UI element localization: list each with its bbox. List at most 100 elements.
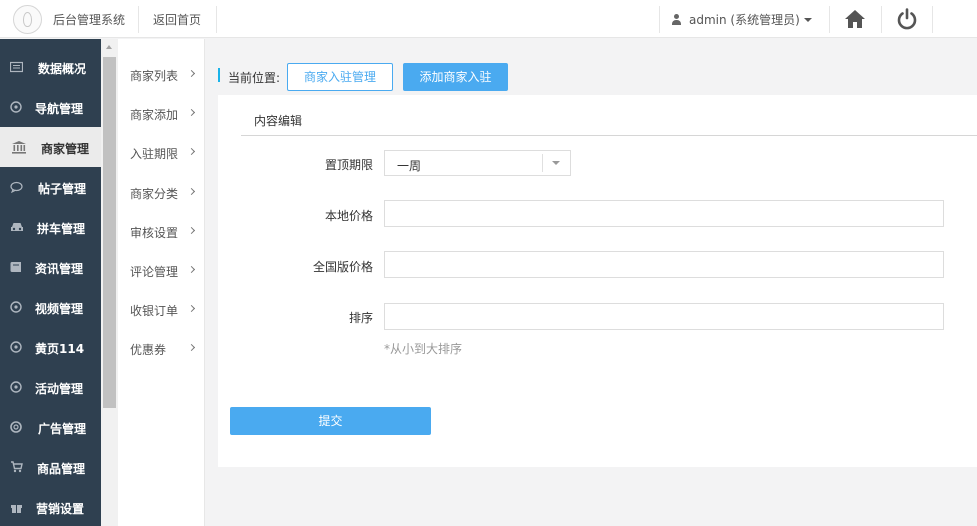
submenu-item-cashier-orders[interactable]: 收银订单 bbox=[130, 302, 200, 322]
national-price-label: 全国版价格 bbox=[312, 260, 373, 274]
sidebar-item-label: 帖子管理 bbox=[38, 182, 87, 196]
sidebar-item-label: 拼车管理 bbox=[37, 222, 86, 236]
car-icon bbox=[11, 223, 23, 231]
sidebar-item-dashboard[interactable]: 数据概况 bbox=[0, 47, 101, 87]
chevron-right-icon bbox=[187, 187, 196, 196]
submenu-item-merchant-category[interactable]: 商家分类 bbox=[130, 185, 200, 205]
scrollbar-thumb[interactable] bbox=[103, 57, 116, 408]
home-icon[interactable] bbox=[842, 6, 868, 32]
submenu-label: 收银订单 bbox=[130, 304, 179, 318]
compass-icon bbox=[10, 101, 22, 113]
sidebar-item-events[interactable]: 活动管理 bbox=[0, 367, 101, 407]
caret-down-icon bbox=[803, 18, 812, 22]
chevron-right-icon bbox=[187, 147, 196, 156]
sidebar-item-label: 视频管理 bbox=[35, 302, 84, 316]
sidebar-item-label: 营销设置 bbox=[36, 502, 85, 516]
period-select-value: 一周 bbox=[397, 159, 422, 173]
user-label: admin (系统管理员) bbox=[689, 13, 800, 27]
sort-label: 排序 bbox=[348, 311, 373, 325]
sidebar-item-products[interactable]: 商品管理 bbox=[0, 447, 101, 487]
bank-icon bbox=[12, 141, 26, 154]
chevron-down-icon bbox=[552, 161, 560, 165]
chevron-right-icon bbox=[187, 304, 196, 313]
divider bbox=[542, 154, 543, 172]
submenu-item-entry-period[interactable]: 入驻期限 bbox=[130, 145, 200, 165]
sidebar-item-label: 商家管理 bbox=[41, 142, 90, 156]
submenu-label: 入驻期限 bbox=[130, 147, 179, 161]
compass-icon bbox=[10, 341, 22, 353]
breadcrumb-add-merchant-entry[interactable]: 添加商家入驻 bbox=[403, 63, 508, 91]
sidebar-item-video[interactable]: 视频管理 bbox=[0, 287, 101, 327]
lifebuoy-icon bbox=[10, 421, 22, 433]
sidebar-item-label: 商品管理 bbox=[37, 462, 86, 476]
chevron-right-icon bbox=[187, 226, 196, 235]
user-menu[interactable]: admin (系统管理员) bbox=[672, 11, 812, 28]
submenu-label: 商家分类 bbox=[130, 187, 179, 201]
submenu-item-comments[interactable]: 评论管理 bbox=[130, 263, 200, 283]
breadcrumb-merchant-entry-management[interactable]: 商家入驻管理 bbox=[287, 63, 393, 91]
sidebar-item-ads[interactable]: 广告管理 bbox=[0, 407, 101, 447]
national-price-input[interactable] bbox=[384, 251, 944, 278]
sidebar: 数据概况 导航管理 商家管理 帖子管理 拼车管理 资讯管理 视频管理 黄页114… bbox=[0, 39, 101, 526]
sidebar-item-label: 黄页114 bbox=[35, 342, 85, 356]
chevron-right-icon bbox=[187, 343, 196, 352]
submenu-label: 商家添加 bbox=[130, 108, 179, 122]
user-icon bbox=[672, 14, 681, 25]
panel-title: 内容编辑 bbox=[254, 114, 303, 128]
breadcrumb-marker bbox=[218, 68, 220, 82]
submenu-item-review-settings[interactable]: 审核设置 bbox=[130, 224, 200, 244]
submenu-item-merchant-list[interactable]: 商家列表 bbox=[130, 67, 200, 87]
comment-icon bbox=[10, 181, 23, 193]
local-price-input[interactable] bbox=[384, 200, 944, 227]
compass-icon bbox=[10, 301, 22, 313]
sort-input[interactable] bbox=[384, 303, 944, 330]
cart-icon bbox=[11, 461, 23, 473]
sidebar-item-merchant[interactable]: 商家管理 bbox=[0, 127, 101, 167]
submenu: 商家列表 商家添加 入驻期限 商家分类 审核设置 评论管理 收银订单 优惠券 bbox=[118, 39, 205, 526]
submenu-item-coupons[interactable]: 优惠券 bbox=[130, 341, 200, 361]
period-select[interactable]: 一周 bbox=[384, 150, 571, 176]
top-bar: 后台管理系统 返回首页 admin (系统管理员) bbox=[0, 0, 977, 38]
divider bbox=[881, 6, 882, 33]
submenu-label: 评论管理 bbox=[130, 265, 179, 279]
sidebar-item-label: 广告管理 bbox=[38, 422, 87, 436]
period-label: 置顶期限 bbox=[324, 158, 373, 172]
sidebar-item-yellow-pages[interactable]: 黄页114 bbox=[0, 327, 101, 367]
sidebar-item-news[interactable]: 资讯管理 bbox=[0, 247, 101, 287]
chevron-right-icon bbox=[187, 108, 196, 117]
chevron-right-icon bbox=[187, 69, 196, 78]
compass-icon bbox=[10, 381, 22, 393]
home-link[interactable]: 返回首页 bbox=[153, 11, 201, 28]
dashboard-icon bbox=[10, 61, 23, 73]
sidebar-item-posts[interactable]: 帖子管理 bbox=[0, 167, 101, 207]
sidebar-item-nav[interactable]: 导航管理 bbox=[0, 87, 101, 127]
submenu-label: 优惠券 bbox=[130, 343, 167, 357]
sidebar-item-label: 数据概况 bbox=[38, 62, 87, 76]
gift-icon bbox=[11, 505, 22, 513]
chevron-right-icon bbox=[187, 265, 196, 274]
sort-hint: *从小到大排序 bbox=[384, 342, 463, 356]
submenu-label: 审核设置 bbox=[130, 226, 179, 240]
divider bbox=[829, 6, 830, 33]
logo-icon bbox=[13, 5, 42, 34]
divider bbox=[659, 6, 660, 33]
sidebar-item-marketing[interactable]: 营销设置 bbox=[0, 487, 101, 526]
divider bbox=[138, 6, 139, 33]
breadcrumb-label: 当前位置: bbox=[228, 71, 281, 85]
power-icon[interactable] bbox=[894, 6, 920, 32]
submenu-item-merchant-add[interactable]: 商家添加 bbox=[130, 106, 200, 126]
system-title: 后台管理系统 bbox=[53, 13, 126, 27]
divider bbox=[932, 6, 933, 33]
divider bbox=[216, 6, 217, 33]
sidebar-item-carpool[interactable]: 拼车管理 bbox=[0, 207, 101, 247]
divider bbox=[241, 135, 977, 136]
submit-button[interactable]: 提交 bbox=[230, 407, 431, 435]
book-icon bbox=[10, 262, 21, 272]
sidebar-item-label: 资讯管理 bbox=[35, 262, 84, 276]
sidebar-scrollbar[interactable] bbox=[101, 39, 118, 526]
scroll-up-icon[interactable] bbox=[106, 45, 112, 49]
content-panel: 内容编辑 置顶期限 一周 本地价格 全国版价格 排序 *从小到大排序 提交 bbox=[218, 95, 977, 467]
submenu-label: 商家列表 bbox=[130, 69, 179, 83]
sidebar-item-label: 导航管理 bbox=[35, 102, 84, 116]
local-price-label: 本地价格 bbox=[324, 209, 373, 223]
